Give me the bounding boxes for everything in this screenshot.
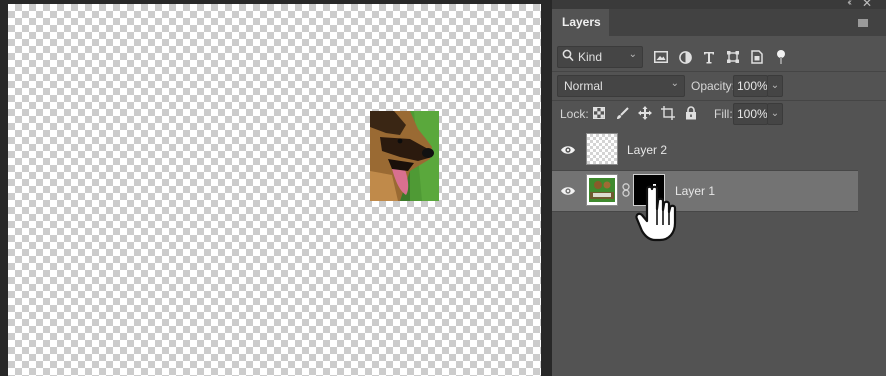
layer-thumbnail[interactable] bbox=[586, 174, 618, 206]
hand-pointer-cursor-icon bbox=[635, 185, 687, 243]
double-chevron-left-icon[interactable]: ‹‹ bbox=[847, 0, 851, 8]
filter-row: Kind ⌄ bbox=[552, 46, 886, 68]
chevron-down-icon: ⌄ bbox=[628, 49, 637, 60]
divider bbox=[552, 100, 886, 101]
tab-layers[interactable]: Layers bbox=[552, 9, 609, 36]
search-icon bbox=[562, 49, 574, 65]
panel-tabbar: Layers bbox=[552, 9, 886, 36]
lock-row: Lock: Fill: 100% ⌄ bbox=[552, 103, 886, 125]
smart-object-filter-icon[interactable] bbox=[748, 48, 766, 66]
shape-filter-icon[interactable] bbox=[724, 48, 742, 66]
lock-position-icon[interactable] bbox=[636, 104, 654, 122]
lock-image-pixels-icon[interactable] bbox=[613, 104, 631, 122]
type-filter-icon[interactable] bbox=[700, 48, 718, 66]
filter-type-icons bbox=[652, 48, 790, 66]
blend-mode-select[interactable]: Normal ⌄ bbox=[557, 75, 685, 97]
layer-row-layer-1[interactable]: Layer 1 bbox=[552, 171, 858, 212]
eye-icon[interactable] bbox=[560, 184, 576, 198]
document-workspace bbox=[0, 0, 552, 376]
panel-header-strip: ‹‹ ✕ bbox=[552, 0, 886, 10]
layer-row-layer-2[interactable]: Layer 2 bbox=[552, 130, 858, 171]
dog-image bbox=[370, 111, 439, 201]
layer-thumbnail[interactable] bbox=[586, 133, 618, 165]
fill-input[interactable]: 100% bbox=[733, 103, 768, 125]
kind-filter-select[interactable]: Kind ⌄ bbox=[557, 46, 643, 68]
image-filter-icon[interactable] bbox=[652, 48, 670, 66]
opacity-chevron-down-icon[interactable]: ⌄ bbox=[767, 75, 783, 97]
lock-label: Lock: bbox=[560, 107, 589, 121]
layers-panel: Layers Kind ⌄ Normal ⌄ Opacity: 100% ⌄ L… bbox=[552, 9, 886, 376]
fill-label: Fill: bbox=[714, 107, 733, 121]
adjustment-filter-icon[interactable] bbox=[676, 48, 694, 66]
layers-scroll-area bbox=[858, 130, 886, 376]
lock-icons bbox=[590, 104, 700, 122]
lock-artboard-icon[interactable] bbox=[659, 104, 677, 122]
eye-icon[interactable] bbox=[560, 143, 576, 157]
kind-filter-label: Kind bbox=[578, 50, 603, 64]
lock-all-icon[interactable] bbox=[682, 104, 700, 122]
opacity-label: Opacity: bbox=[691, 79, 736, 93]
lock-transparent-pixels-icon[interactable] bbox=[590, 104, 608, 122]
chevron-down-icon: ⌄ bbox=[670, 78, 679, 89]
opacity-input[interactable]: 100% bbox=[733, 75, 768, 97]
blend-mode-value: Normal bbox=[564, 79, 603, 93]
divider bbox=[552, 71, 886, 72]
panel-menu-icon[interactable] bbox=[858, 19, 868, 27]
blend-row: Normal ⌄ Opacity: 100% ⌄ bbox=[552, 75, 886, 97]
link-chain-icon[interactable] bbox=[621, 183, 631, 200]
layer-name[interactable]: Layer 2 bbox=[627, 143, 667, 157]
layers-list: Layer 2 Layer 1 bbox=[552, 130, 858, 376]
document-canvas[interactable] bbox=[8, 4, 541, 376]
filter-toggle-icon[interactable] bbox=[772, 48, 790, 66]
fill-chevron-down-icon[interactable]: ⌄ bbox=[767, 103, 783, 125]
